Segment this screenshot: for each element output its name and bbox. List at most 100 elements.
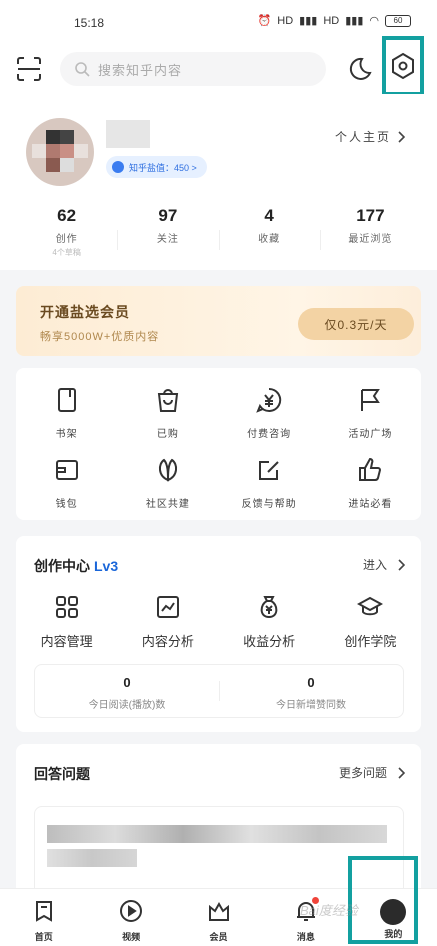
status-icons: ⏰ HD ▮▮▮ HD ▮▮▮ ◠ 60: [258, 14, 411, 27]
personal-homepage-label: 个人主页: [334, 130, 391, 144]
leaf-icon: [158, 458, 177, 482]
stat-num: 62: [57, 206, 77, 225]
stat-label: 收藏: [258, 234, 281, 245]
grid-item-label: 进站必看: [348, 499, 393, 510]
creation-tools: 内容管理 内容分析 收益分析 创作学院: [16, 594, 421, 650]
salt-value-text: 知乎盐值：450 >: [129, 162, 197, 173]
watermark: Bai度经验: [300, 903, 358, 918]
flag-icon: [361, 389, 381, 411]
stat-num: 177: [356, 206, 385, 225]
answer-questions-title: 回答问题: [34, 766, 90, 782]
creation-content-analysis[interactable]: 内容分析: [117, 594, 218, 650]
today-reads[interactable]: 0 今日阅读(播放)数: [35, 665, 219, 717]
grid-item-bookshelf[interactable]: 书架: [16, 386, 117, 440]
creation-level: Lv3: [94, 558, 119, 574]
creation-enter-link[interactable]: 进入: [363, 556, 405, 573]
stat-label: 关注: [156, 234, 179, 245]
today-likes[interactable]: 0 今日新增赞同数: [219, 665, 403, 717]
creation-tool-label: 收益分析: [243, 634, 296, 649]
night-mode-icon[interactable]: [346, 56, 372, 82]
tab-label: 视频: [122, 932, 141, 942]
today-num: 0: [123, 675, 131, 690]
wifi-icon: ◠: [369, 15, 379, 27]
chevron-right-icon: [398, 130, 405, 143]
scan-icon[interactable]: [16, 56, 42, 82]
grid-item-community[interactable]: 社区共建: [117, 456, 218, 510]
alarm-icon: ⏰: [257, 15, 272, 27]
tab-me-highlight: [348, 856, 418, 944]
stat-favorites[interactable]: 4 收藏: [218, 206, 320, 258]
today-stats: 0 今日阅读(播放)数 0 今日新增赞同数: [34, 664, 404, 718]
username-blurred: [106, 120, 150, 148]
crown-icon: [208, 901, 229, 921]
home-icon: [35, 901, 52, 922]
edit-icon: [259, 461, 279, 480]
creation-income-analysis[interactable]: 收益分析: [219, 594, 320, 650]
salt-value-badge[interactable]: 知乎盐值：450 >: [106, 156, 207, 178]
thumb-icon: [359, 457, 382, 481]
settings-hexagon-icon: [392, 52, 414, 80]
chevron-right-icon: [398, 766, 405, 779]
chart-icon: [156, 596, 179, 618]
chevron-right-icon: [398, 558, 405, 571]
grid-item-label: 活动广场: [348, 429, 393, 440]
grid-item-wallet[interactable]: 钱包: [16, 456, 117, 510]
stat-sub: 4个草稿: [52, 248, 81, 257]
stat-recent[interactable]: 177 最近浏览: [319, 206, 421, 258]
tab-video[interactable]: 视频: [87, 889, 174, 946]
vip-price-button[interactable]: 仅0.3元/天: [298, 308, 414, 340]
creation-academy[interactable]: 创作学院: [320, 594, 421, 650]
grid-item-label: 社区共建: [145, 499, 190, 510]
status-time: 15:18: [74, 16, 105, 30]
profile-section: 知乎盐值：450 > 个人主页 62 创作 4个草稿 97 关注 4 收藏 17…: [0, 94, 437, 270]
grid-item-label: 已购: [156, 429, 179, 440]
money-bag-icon: [260, 596, 278, 619]
blurred-question-text: [47, 825, 387, 843]
signal-icon-2: ▮▮▮: [345, 15, 364, 27]
play-icon: [120, 900, 143, 922]
tab-label: 首页: [34, 932, 53, 942]
creation-tool-label: 创作学院: [344, 634, 397, 649]
signal-hd-1: HD: [277, 14, 294, 27]
grid-icon: [55, 596, 78, 618]
more-questions-link[interactable]: 更多问题: [339, 764, 405, 781]
grid-item-feedback[interactable]: 反馈与帮助: [219, 456, 320, 510]
tab-label: 消息: [296, 932, 315, 942]
creation-center-label: 创作中心: [34, 558, 90, 574]
grid-item-paid-consult[interactable]: 付费咨询: [219, 386, 320, 440]
grid-item-activity[interactable]: 活动广场: [320, 386, 421, 440]
creation-tool-label: 内容管理: [40, 634, 93, 649]
creation-content-manage[interactable]: 内容管理: [16, 594, 117, 650]
stat-label: 创作: [55, 234, 78, 245]
signal-hd-2: HD: [323, 14, 340, 27]
settings-button[interactable]: [382, 36, 424, 96]
creation-tool-label: 内容分析: [141, 634, 194, 649]
function-grid: 书架 已购 付费咨询 活动广场 钱包 社区共建 反馈与帮助 进站必看: [16, 368, 421, 510]
grid-item-must-read[interactable]: 进站必看: [320, 456, 421, 510]
stat-following[interactable]: 97 关注: [117, 206, 218, 258]
tab-home[interactable]: 首页: [0, 889, 87, 946]
search-input[interactable]: 搜索知乎内容: [60, 52, 326, 86]
vip-banner[interactable]: 开通盐选会员 畅享5000W+优质内容 仅0.3元/天: [16, 286, 421, 356]
tab-vip[interactable]: 会员: [175, 889, 262, 946]
grid-item-purchased[interactable]: 已购: [117, 386, 218, 440]
battery-icon: 60: [385, 14, 411, 27]
avatar[interactable]: [26, 118, 94, 186]
stat-num: 97: [158, 206, 178, 225]
signal-icon: ▮▮▮: [299, 15, 318, 27]
stat-num: 4: [264, 206, 274, 225]
search-icon: [75, 62, 90, 77]
grid-item-label: 付费咨询: [247, 429, 292, 440]
today-label: 今日阅读(播放)数: [88, 700, 166, 711]
grid-item-label: 钱包: [55, 499, 78, 510]
blurred-question-text: [47, 849, 137, 867]
profile-stats: 62 创作 4个草稿 97 关注 4 收藏 177 最近浏览: [16, 206, 421, 258]
personal-homepage-link[interactable]: 个人主页: [335, 128, 405, 145]
vip-title: 开通盐选会员: [40, 304, 130, 320]
creation-center-card: 创作中心 Lv3 进入 内容管理 内容分析 收益分析 创作学院 0 今日阅读(播放…: [16, 536, 421, 732]
tab-label: 会员: [209, 932, 228, 942]
search-placeholder: 搜索知乎内容: [98, 62, 183, 78]
grid-item-label: 书架: [55, 429, 78, 440]
stat-creations[interactable]: 62 创作 4个草稿: [16, 206, 117, 258]
creation-enter-label: 进入: [362, 558, 387, 572]
